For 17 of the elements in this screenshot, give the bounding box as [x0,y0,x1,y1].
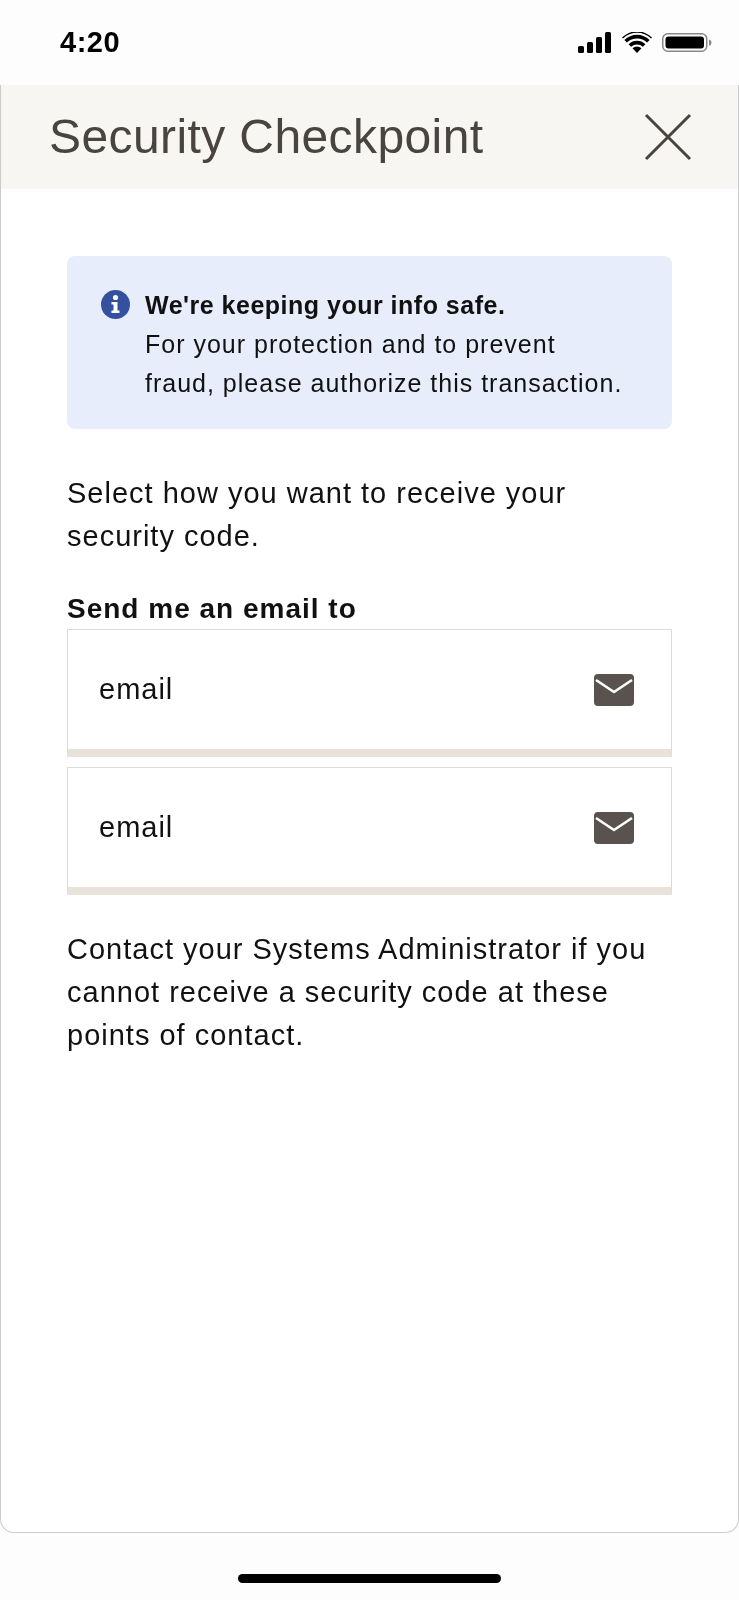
close-icon [644,113,692,161]
instruction-text: Select how you want to receive your security code. [67,476,568,554]
alert-message: For your protection and to prevent fraud, please authorize this transaction. [145,329,624,399]
email-option[interactable]: email [67,767,672,895]
info-icon [101,290,130,319]
section-label: Send me an email to [67,592,358,626]
envelope-icon [594,673,634,706]
wifi-icon [622,32,652,53]
alert-title: We're keeping your info safe. [145,290,507,321]
envelope-icon [594,811,634,844]
status-time: 4:20 [60,28,121,57]
email-option[interactable]: email [67,629,672,757]
page-title: Security Checkpoint [49,109,484,166]
close-button[interactable] [644,113,692,161]
signal-icon [578,32,612,53]
battery-icon [662,33,712,52]
contact-note: Contact your Systems Administrator if you cannot receive a security code at these points of contact. [67,932,648,1053]
